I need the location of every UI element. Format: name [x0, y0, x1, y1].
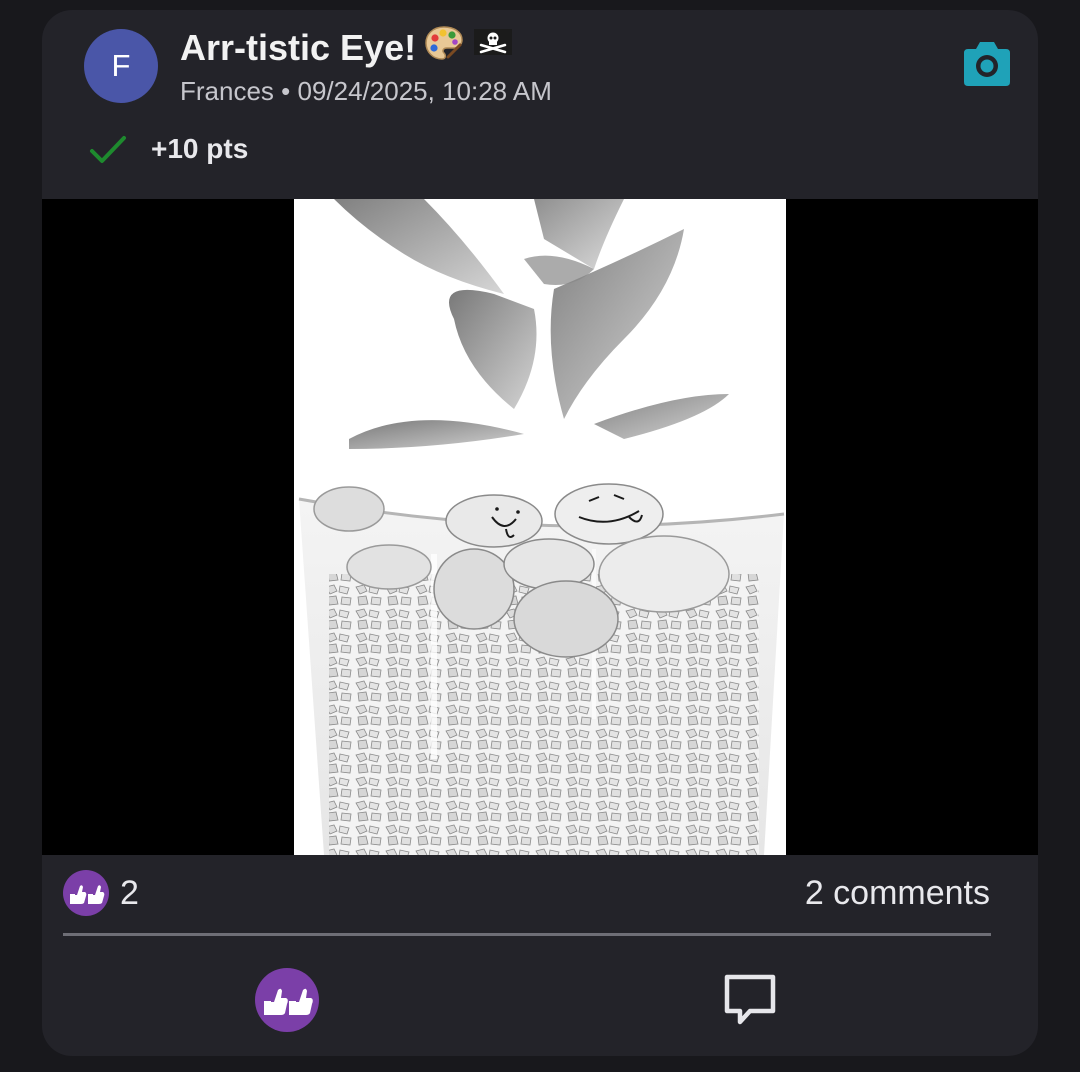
- camera-icon: [960, 38, 1014, 90]
- avatar[interactable]: F: [84, 29, 158, 103]
- comment-button[interactable]: [722, 972, 778, 1028]
- post-title: Arr-tistic Eye!: [180, 24, 514, 71]
- thumbs-up-reaction-icon: [63, 870, 109, 916]
- post-meta: Frances • 09/24/2025, 10:28 AM: [180, 76, 552, 107]
- thumbs-up-reaction-icon: [255, 968, 319, 1032]
- pirate-flag-emoji-icon: [472, 26, 514, 69]
- palette-emoji-icon: [424, 24, 464, 71]
- divider: [63, 933, 991, 936]
- post-card: F Arr-tistic Eye! Frances • 09/24/2025, …: [42, 10, 1038, 1056]
- reaction-count[interactable]: 2: [120, 874, 139, 913]
- post-photo[interactable]: [294, 199, 786, 855]
- author-name[interactable]: Frances: [180, 76, 274, 106]
- comments-count[interactable]: 2 comments: [805, 874, 990, 913]
- checkmark-icon: [88, 133, 128, 167]
- post-timestamp: 09/24/2025, 10:28 AM: [297, 76, 552, 106]
- points-label: +10 pts: [151, 133, 249, 164]
- like-button[interactable]: [255, 968, 319, 1032]
- comment-bubble-icon: [724, 974, 776, 1025]
- post-media[interactable]: [42, 199, 1038, 855]
- post-title-text: Arr-tistic Eye!: [180, 26, 417, 68]
- avatar-initial: F: [111, 48, 131, 83]
- meta-separator: •: [281, 76, 291, 106]
